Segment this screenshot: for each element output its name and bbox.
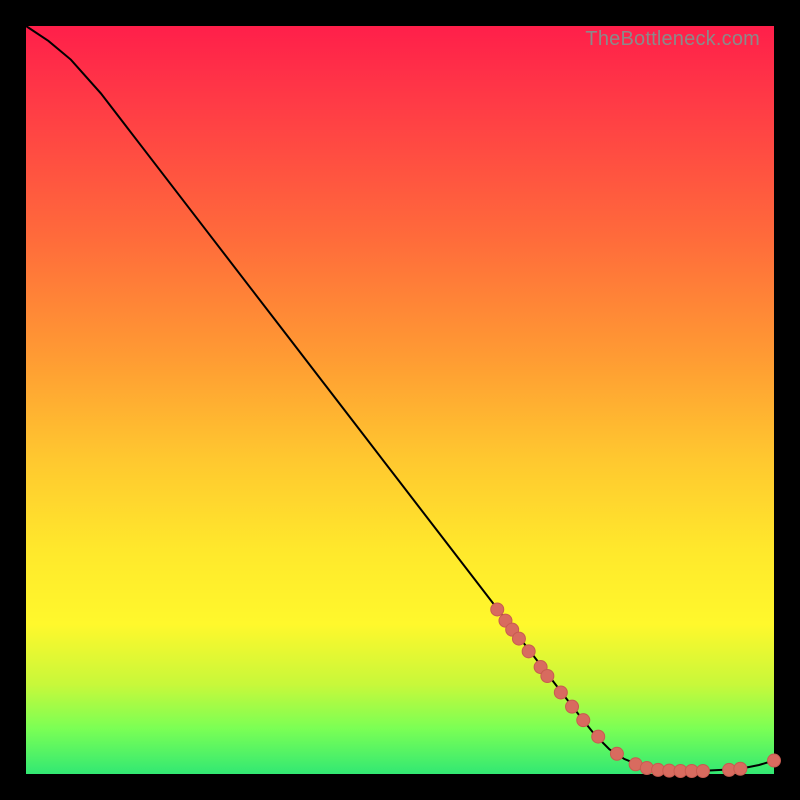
data-marker [610, 747, 623, 760]
data-marker [554, 686, 567, 699]
data-marker [768, 754, 781, 767]
bottleneck-curve [26, 26, 774, 771]
data-marker [696, 765, 709, 778]
data-marker [541, 670, 554, 683]
data-marker [512, 632, 525, 645]
marker-layer [491, 603, 781, 778]
data-marker [491, 603, 504, 616]
chart-frame: TheBottleneck.com [0, 0, 800, 800]
data-marker [592, 730, 605, 743]
data-marker [566, 700, 579, 713]
data-marker [522, 645, 535, 658]
data-marker [734, 762, 747, 775]
chart-svg [26, 26, 774, 774]
plot-area: TheBottleneck.com [26, 26, 774, 774]
data-marker [577, 714, 590, 727]
